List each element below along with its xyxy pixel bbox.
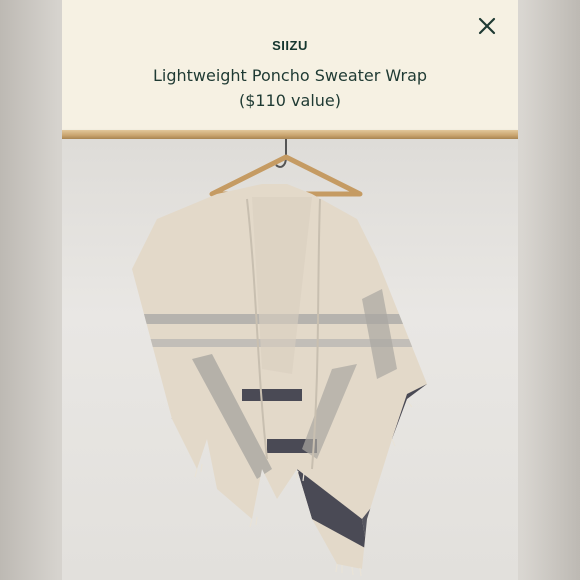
wooden-rail [62,130,518,139]
product-value: ($110 value) [239,91,341,110]
poncho-illustration [132,139,427,577]
product-modal: SIIZU Lightweight Poncho Sweater Wrap ($… [62,0,518,580]
product-title: Lightweight Poncho Sweater Wrap [152,66,428,85]
close-button[interactable] [475,14,499,38]
product-image [62,139,518,580]
close-icon [478,17,496,35]
brand-name: SIIZU [272,38,308,53]
product-header: SIIZU Lightweight Poncho Sweater Wrap ($… [62,0,518,130]
